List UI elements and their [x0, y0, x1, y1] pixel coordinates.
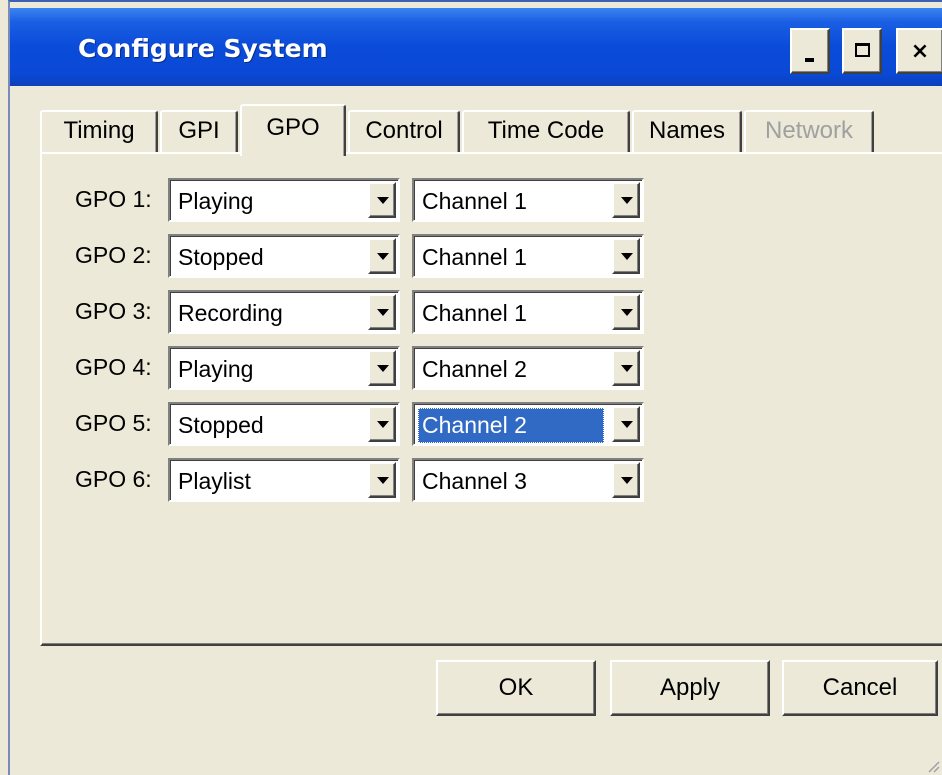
resize-grip-icon[interactable] — [926, 759, 940, 773]
select-value: Recording — [178, 300, 283, 326]
select-value: Channel 1 — [422, 244, 527, 270]
maximize-icon — [855, 43, 870, 57]
maximize-button[interactable] — [842, 28, 882, 74]
gpo-row-4: GPO 4: Playing Channel 2 — [42, 346, 942, 390]
chevron-down-icon — [621, 197, 633, 204]
dropdown-button[interactable] — [612, 238, 640, 274]
select-value: Playlist — [178, 468, 251, 494]
minimize-button[interactable] — [790, 28, 830, 74]
gpo-row-3: GPO 3: Recording Channel 1 — [42, 290, 942, 334]
chevron-down-icon — [621, 365, 633, 372]
close-icon: × — [910, 39, 930, 64]
gpo-label: GPO 4: — [75, 354, 152, 380]
tab-names[interactable]: Names — [632, 110, 742, 154]
chevron-down-icon — [621, 309, 633, 316]
dropdown-button[interactable] — [368, 462, 396, 498]
configure-system-window: Configure System × Timing GPI GPO Contro… — [8, 0, 942, 775]
select-value: Stopped — [178, 412, 264, 438]
chevron-down-icon — [377, 421, 389, 428]
select-value: Channel 1 — [422, 300, 527, 326]
dropdown-button[interactable] — [612, 294, 640, 330]
cancel-button[interactable]: Cancel — [782, 660, 938, 716]
dropdown-button[interactable] — [368, 238, 396, 274]
gpo-row-6: GPO 6: Playlist Channel 3 — [42, 458, 942, 502]
gpo-label: GPO 3: — [75, 298, 152, 324]
chevron-down-icon — [621, 477, 633, 484]
gpo-state-select[interactable]: Playlist — [168, 458, 400, 502]
chevron-down-icon — [377, 365, 389, 372]
gpo-channel-select[interactable]: Channel 1 — [412, 178, 644, 222]
dropdown-button[interactable] — [368, 350, 396, 386]
select-value: Channel 2 — [422, 356, 527, 382]
gpo-channel-select[interactable]: Channel 3 — [412, 458, 644, 502]
chevron-down-icon — [377, 477, 389, 484]
tab-strip: Timing GPI GPO Control Time Code Names N… — [40, 104, 940, 156]
gpo-channel-select[interactable]: Channel 1 — [412, 290, 644, 334]
gpo-tab-panel: GPO 1: Playing Channel 1 GPO 2: Stopped … — [40, 152, 942, 646]
title-bar[interactable]: Configure System × — [10, 8, 942, 86]
dropdown-button[interactable] — [612, 350, 640, 386]
tab-control[interactable]: Control — [348, 110, 460, 154]
chevron-down-icon — [377, 309, 389, 316]
gpo-state-select[interactable]: Playing — [168, 346, 400, 390]
chevron-down-icon — [377, 197, 389, 204]
gpo-state-select[interactable]: Playing — [168, 178, 400, 222]
apply-button[interactable]: Apply — [610, 660, 770, 716]
gpo-label: GPO 5: — [75, 410, 152, 436]
tab-gpo[interactable]: GPO — [240, 104, 346, 156]
minimize-icon — [805, 58, 814, 62]
gpo-state-select[interactable]: Stopped — [168, 402, 400, 446]
dropdown-button[interactable] — [368, 182, 396, 218]
tab-network: Network — [744, 110, 874, 154]
dropdown-button[interactable] — [368, 406, 396, 442]
gpo-state-select[interactable]: Recording — [168, 290, 400, 334]
select-value: Channel 1 — [422, 188, 527, 214]
dropdown-button[interactable] — [612, 406, 640, 442]
chevron-down-icon — [377, 253, 389, 260]
select-value: Channel 3 — [422, 468, 527, 494]
dropdown-button[interactable] — [368, 294, 396, 330]
tab-gpi[interactable]: GPI — [160, 110, 238, 154]
tab-timing[interactable]: Timing — [40, 110, 158, 154]
select-value: Stopped — [178, 244, 264, 270]
gpo-state-select[interactable]: Stopped — [168, 234, 400, 278]
dropdown-button[interactable] — [612, 462, 640, 498]
close-button[interactable]: × — [896, 28, 942, 74]
select-value: Channel 2 — [418, 408, 604, 443]
gpo-row-1: GPO 1: Playing Channel 1 — [42, 178, 942, 222]
gpo-channel-select[interactable]: Channel 2 — [412, 346, 644, 390]
gpo-row-5: GPO 5: Stopped Channel 2 — [42, 402, 942, 446]
chevron-down-icon — [621, 421, 633, 428]
gpo-channel-select[interactable]: Channel 1 — [412, 234, 644, 278]
select-value: Playing — [178, 188, 254, 214]
window-title: Configure System — [78, 34, 328, 63]
gpo-label: GPO 6: — [75, 466, 152, 492]
gpo-row-2: GPO 2: Stopped Channel 1 — [42, 234, 942, 278]
ok-button[interactable]: OK — [436, 660, 596, 716]
dropdown-button[interactable] — [612, 182, 640, 218]
chevron-down-icon — [621, 253, 633, 260]
gpo-label: GPO 1: — [75, 186, 152, 212]
tab-time-code[interactable]: Time Code — [462, 110, 630, 154]
gpo-label: GPO 2: — [75, 242, 152, 268]
gpo-channel-select-focused[interactable]: Channel 2 — [412, 402, 644, 446]
select-value: Playing — [178, 356, 254, 382]
